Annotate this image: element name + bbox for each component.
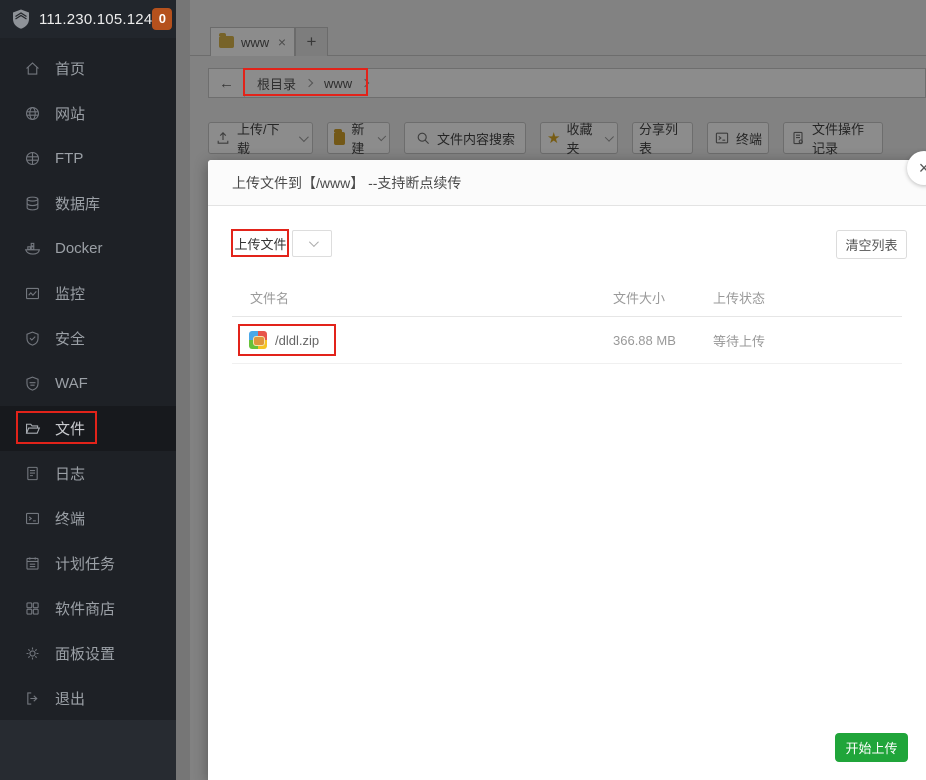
message-count-badge[interactable]: 0: [152, 8, 173, 30]
column-filename: 文件名: [250, 291, 290, 306]
sidebar-item-files[interactable]: 文件: [0, 406, 176, 451]
column-status: 上传状态: [713, 291, 766, 306]
clear-list-button[interactable]: 清空列表: [836, 230, 907, 259]
sidebar-item-cron[interactable]: 计划任务: [0, 541, 176, 586]
sidebar-item-website[interactable]: 网站: [0, 91, 176, 136]
gear-icon: [24, 645, 41, 662]
sidebar-item-monitor[interactable]: 监控: [0, 271, 176, 316]
sidebar-menu: 首页 网站 FTP 数据库 Docker 监控 安全 WAF 文件 日志 终端 …: [0, 38, 176, 720]
upload-dialog-title: 上传文件到【/www】 --支持断点续传: [232, 174, 462, 191]
sidebar: 111.230.105.124 0 首页 网站 FTP 数据库 Docker 监…: [0, 0, 176, 780]
file-status: 等待上传: [713, 333, 766, 349]
sidebar-item-docker[interactable]: Docker: [0, 226, 176, 271]
calendar-task-icon: [24, 555, 41, 572]
upload-options-button[interactable]: [292, 230, 332, 257]
sidebar-item-terminal[interactable]: 终端: [0, 496, 176, 541]
upload-queue-table: 文件名 文件大小 上传状态 /dldl.zip 366.88 MB 等待上传: [232, 279, 902, 364]
docker-icon: [24, 240, 41, 257]
folder-icon: [24, 420, 41, 437]
website-icon: [24, 105, 41, 122]
start-upload-button[interactable]: 开始上传: [835, 733, 908, 762]
database-icon: [24, 195, 41, 212]
file-name: /dldl.zip: [275, 332, 320, 348]
terminal-icon: [24, 510, 41, 527]
sidebar-item-database[interactable]: 数据库: [0, 181, 176, 226]
logout-icon: [24, 690, 41, 707]
panel-header: 111.230.105.124 0: [0, 0, 176, 38]
security-shield-icon: [24, 330, 41, 347]
app-grid-icon: [24, 600, 41, 617]
log-document-icon: [24, 465, 41, 482]
sidebar-item-logs[interactable]: 日志: [0, 451, 176, 496]
upload-split-button: 上传文件: [232, 230, 332, 257]
sidebar-item-appstore[interactable]: 软件商店: [0, 586, 176, 631]
sidebar-item-settings[interactable]: 面板设置: [0, 631, 176, 676]
sidebar-item-ftp[interactable]: FTP: [0, 136, 176, 181]
home-icon: [24, 60, 41, 77]
panel-shield-logo-icon: [10, 8, 32, 30]
sidebar-item-logout[interactable]: 退出: [0, 676, 176, 721]
sidebar-item-waf[interactable]: WAF: [0, 361, 176, 406]
server-ip[interactable]: 111.230.105.124: [39, 11, 152, 28]
column-filesize: 文件大小: [613, 291, 666, 306]
zip-file-icon: [249, 331, 267, 349]
file-size: 366.88 MB: [613, 332, 676, 348]
table-row[interactable]: /dldl.zip 366.88 MB 等待上传: [232, 317, 902, 364]
monitor-icon: [24, 285, 41, 302]
sidebar-item-security[interactable]: 安全: [0, 316, 176, 361]
sidebar-item-home[interactable]: 首页: [0, 46, 176, 91]
table-header-row: 文件名 文件大小 上传状态: [232, 279, 902, 317]
waf-shield-icon: [24, 375, 41, 392]
upload-dialog: 上传文件到【/www】 --支持断点续传 × 上传文件 清空列表 文件名 文件大…: [208, 151, 926, 780]
ftp-icon: [24, 150, 41, 167]
chevron-down-icon: [308, 237, 319, 248]
upload-dialog-body: 上传文件 清空列表 文件名 文件大小 上传状态 /dldl.zip 366.88…: [208, 206, 926, 388]
upload-file-button[interactable]: 上传文件: [232, 230, 289, 257]
upload-dialog-header: 上传文件到【/www】 --支持断点续传: [208, 160, 926, 206]
